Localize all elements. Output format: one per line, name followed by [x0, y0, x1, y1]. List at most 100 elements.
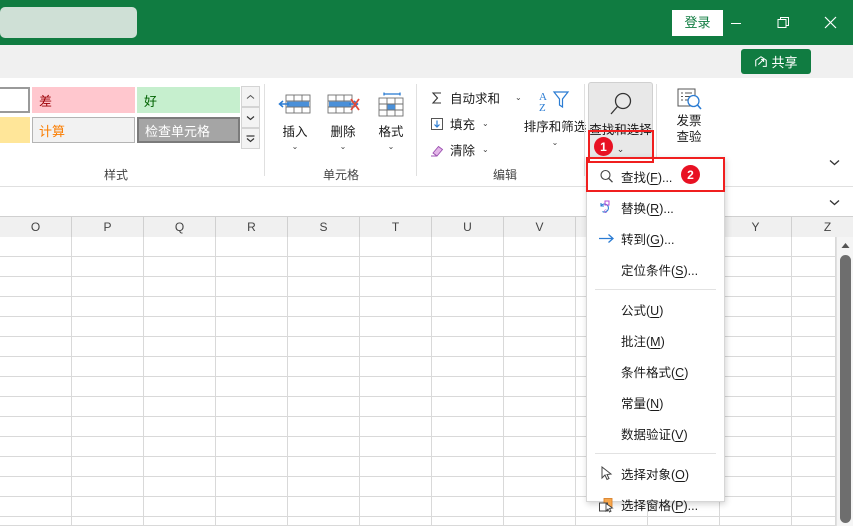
- share-strip: 共享: [0, 45, 853, 78]
- column-header-y[interactable]: Y: [720, 217, 792, 237]
- menu-item-selection-pane-label: 选择窗格(P)...: [621, 499, 699, 513]
- clear-label: 清除: [450, 144, 476, 158]
- menu-item-goto[interactable]: 转到(G)...: [587, 223, 724, 254]
- chevron-up-icon: [246, 94, 255, 99]
- format-cells-label: 格式: [378, 125, 404, 139]
- divider-editing-find: [584, 84, 585, 176]
- find-and-select-caret: ⌄: [616, 144, 625, 154]
- find-and-select-menu: 查找(F)... c 替换(R)... 转到(G)... 定位条件(S)... …: [586, 157, 725, 513]
- style-neutral[interactable]: [0, 117, 30, 143]
- insert-cells-icon: [278, 91, 312, 119]
- share-button[interactable]: 共享: [741, 49, 811, 74]
- column-header-o[interactable]: O: [0, 217, 72, 237]
- invoice-verify-button[interactable]: 发票 查验: [660, 82, 718, 158]
- style-good[interactable]: 好: [137, 87, 240, 113]
- chevron-down-icon: [246, 115, 255, 120]
- restore-icon: [777, 17, 789, 28]
- replace-icon: c: [591, 200, 621, 215]
- style-normal[interactable]: [0, 87, 30, 113]
- column-header-q[interactable]: Q: [144, 217, 216, 237]
- menu-item-data-validation[interactable]: 数据验证(V): [587, 418, 724, 449]
- menu-item-goto-special-label: 定位条件(S)...: [621, 264, 699, 278]
- ribbon-group-editing: 自动求和 ⌄ 填充 ⌄ 清除 ⌄ A Z 排序和筛选 ⌄ 编辑: [420, 78, 590, 186]
- style-check-cell[interactable]: 检查单元格: [137, 117, 240, 143]
- divider-styles-cells: [264, 84, 265, 176]
- sort-filter-icon: A Z: [537, 89, 573, 116]
- title-bar: 登录: [0, 0, 853, 45]
- autosum-button[interactable]: 自动求和 ⌄: [424, 86, 527, 109]
- autosum-caret: ⌄: [515, 93, 522, 102]
- scroll-up-button[interactable]: [837, 237, 853, 254]
- menu-item-constants[interactable]: 常量(N): [587, 387, 724, 418]
- menu-item-conditional-formatting[interactable]: 条件格式(C): [587, 356, 724, 387]
- share-label: 共享: [771, 55, 798, 70]
- styles-scroll-up-button[interactable]: [241, 86, 260, 107]
- invoice-check-icon: [675, 87, 703, 113]
- style-calculation[interactable]: 计算: [32, 117, 135, 143]
- worksheet-grid: OPQRSTUVWXYZ: [0, 217, 853, 526]
- sort-filter-caret: ⌄: [551, 138, 559, 147]
- menu-item-comments[interactable]: 批注(M): [587, 325, 724, 356]
- magnifier-icon: [607, 91, 635, 119]
- fill-button[interactable]: 填充 ⌄: [424, 112, 494, 135]
- fill-icon: [429, 117, 445, 131]
- minimize-button[interactable]: [713, 0, 759, 45]
- fill-caret: ⌄: [482, 119, 489, 128]
- menu-item-find[interactable]: 查找(F)...: [587, 161, 724, 192]
- column-header-u[interactable]: U: [432, 217, 504, 237]
- magnifier-icon: [591, 169, 621, 184]
- svg-text:c: c: [604, 209, 607, 215]
- menu-separator-1: [595, 289, 716, 290]
- delete-cells-button[interactable]: 删除 ⌄: [320, 84, 366, 158]
- quick-access-toolbar[interactable]: [0, 7, 137, 38]
- sort-filter-button[interactable]: A Z 排序和筛选 ⌄: [524, 84, 587, 162]
- menu-item-goto-special[interactable]: 定位条件(S)...: [587, 254, 724, 285]
- menu-separator-2: [595, 453, 716, 454]
- style-bad[interactable]: 差: [32, 87, 135, 113]
- menu-item-comments-label: 批注(M): [621, 335, 665, 349]
- column-header-z[interactable]: Z: [792, 217, 853, 237]
- menu-item-select-objects[interactable]: 选择对象(O): [587, 458, 724, 489]
- insert-cells-button[interactable]: 插入 ⌄: [272, 84, 318, 158]
- restore-button[interactable]: [760, 0, 806, 45]
- cells-group-label: 单元格: [322, 168, 359, 182]
- column-header-r[interactable]: R: [216, 217, 288, 237]
- chevron-down-icon: [829, 159, 839, 165]
- styles-scroll-down-button[interactable]: [241, 107, 260, 128]
- delete-cells-caret: ⌄: [339, 142, 347, 151]
- annotation-badge-1: 1: [594, 137, 613, 156]
- menu-item-replace[interactable]: c 替换(R)...: [587, 192, 724, 223]
- ribbon-collapse-button[interactable]: [819, 150, 849, 174]
- close-button[interactable]: [807, 0, 853, 45]
- styles-more-button[interactable]: [241, 128, 260, 149]
- clear-button[interactable]: 清除 ⌄: [424, 138, 494, 161]
- column-header-s[interactable]: S: [288, 217, 360, 237]
- column-header-t[interactable]: T: [360, 217, 432, 237]
- menu-item-selection-pane[interactable]: 选择窗格(P)...: [587, 489, 724, 520]
- delete-cells-icon: [326, 91, 360, 119]
- minimize-icon: [731, 22, 741, 24]
- sum-icon: [429, 91, 445, 105]
- insert-cells-label: 插入: [282, 125, 308, 139]
- insert-cells-caret: ⌄: [291, 142, 299, 151]
- format-cells-icon: [374, 91, 408, 119]
- chevron-down-icon: [829, 199, 839, 205]
- column-header-v[interactable]: V: [504, 217, 576, 237]
- format-cells-button[interactable]: 格式 ⌄: [368, 84, 414, 158]
- selection-pane-icon: [591, 497, 621, 513]
- menu-item-constants-label: 常量(N): [621, 397, 664, 411]
- more-icon: [246, 135, 255, 143]
- vertical-scrollbar[interactable]: [836, 237, 853, 526]
- formula-bar-expand-button[interactable]: [819, 190, 849, 214]
- column-header-p[interactable]: P: [72, 217, 144, 237]
- vertical-scrollbar-thumb[interactable]: [840, 255, 851, 523]
- cursor-arrow-icon: [591, 466, 621, 481]
- editing-group-label: 编辑: [492, 168, 517, 182]
- styles-group-label: 样式: [103, 168, 128, 182]
- menu-item-goto-label: 转到(G)...: [621, 233, 675, 247]
- menu-item-formulas[interactable]: 公式(U): [587, 294, 724, 325]
- fill-label: 填充: [450, 118, 476, 132]
- menu-item-formulas-label: 公式(U): [621, 304, 664, 318]
- formula-bar: [0, 186, 853, 217]
- delete-cells-label: 删除: [330, 125, 356, 139]
